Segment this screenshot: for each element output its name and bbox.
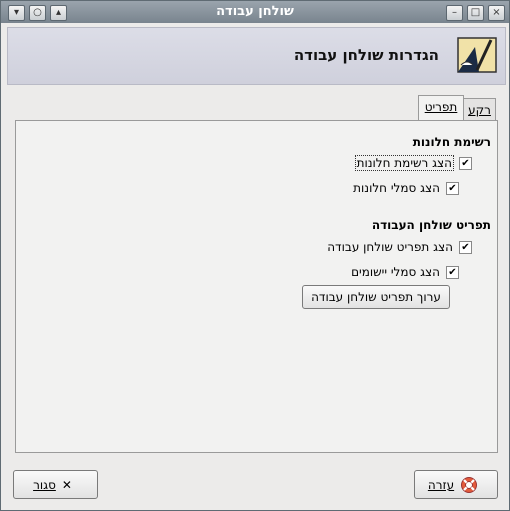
desktop-menu-section-title: תפריט שולחן העבודה xyxy=(371,218,491,232)
show-desktop-menu-label: הצג תפריט שולחן עבודה xyxy=(327,240,453,254)
tab-background[interactable]: רקע xyxy=(463,98,496,121)
lifebuoy-icon xyxy=(461,476,478,493)
header-title: הגדרות שולחן עבודה xyxy=(293,46,439,64)
close-label: סגור xyxy=(33,477,56,492)
show-app-icons-checkbox[interactable]: ✔ הצג סמלי יישומים xyxy=(351,263,459,281)
dialog-header: הגדרות שולחן עבודה xyxy=(7,27,506,85)
help-button[interactable]: עזרה xyxy=(414,470,498,499)
show-app-icons-label: הצג סמלי יישומים xyxy=(351,265,440,279)
checkbox-check-icon: ✔ xyxy=(446,181,459,195)
checkbox-check-icon: ✔ xyxy=(446,265,459,279)
desktop-settings-icon xyxy=(457,37,497,73)
checkbox-check-icon: ✔ xyxy=(459,240,472,254)
tab-background-label: רקע xyxy=(468,103,491,117)
show-window-list-label: הצג רשימת חלונות xyxy=(354,155,455,171)
window-list-section-title: רשימת חלונות xyxy=(412,135,491,149)
checkbox-check-icon: ✔ xyxy=(459,156,472,170)
close-icon[interactable]: × xyxy=(488,5,505,21)
maximize-icon[interactable]: □ xyxy=(467,5,484,21)
tab-menu[interactable]: תפריט xyxy=(418,95,464,120)
show-desktop-menu-checkbox[interactable]: ✔ הצג תפריט שולחן עבודה xyxy=(327,238,472,256)
settings-window: ▾ ○ ▴ שולחן עבודה – □ × הגדרות שולחן עבו… xyxy=(0,0,510,511)
show-window-list-checkbox[interactable]: ✔ הצג רשימת חלונות xyxy=(354,154,472,172)
window-title: שולחן עבודה xyxy=(216,4,294,19)
help-label: עזרה xyxy=(427,477,455,492)
close-button[interactable]: סגור ✕ xyxy=(13,470,98,499)
show-window-icons-checkbox[interactable]: ✔ הצג סמלי חלונות xyxy=(353,179,459,197)
tab-menu-label: תפריט xyxy=(424,100,458,114)
title-bar: ▾ ○ ▴ שולחן עבודה – □ × xyxy=(1,1,509,23)
minimize-icon[interactable]: – xyxy=(446,5,463,21)
close-x-icon: ✕ xyxy=(61,477,72,492)
show-window-icons-label: הצג סמלי חלונות xyxy=(353,181,440,195)
edit-desktop-menu-label: ערוך תפריט שולחן עבודה xyxy=(311,290,441,304)
edit-desktop-menu-button[interactable]: ערוך תפריט שולחן עבודה xyxy=(302,285,450,309)
tab-panel: רשימת חלונות ✔ הצג רשימת חלונות ✔ הצג סמ… xyxy=(15,120,498,453)
